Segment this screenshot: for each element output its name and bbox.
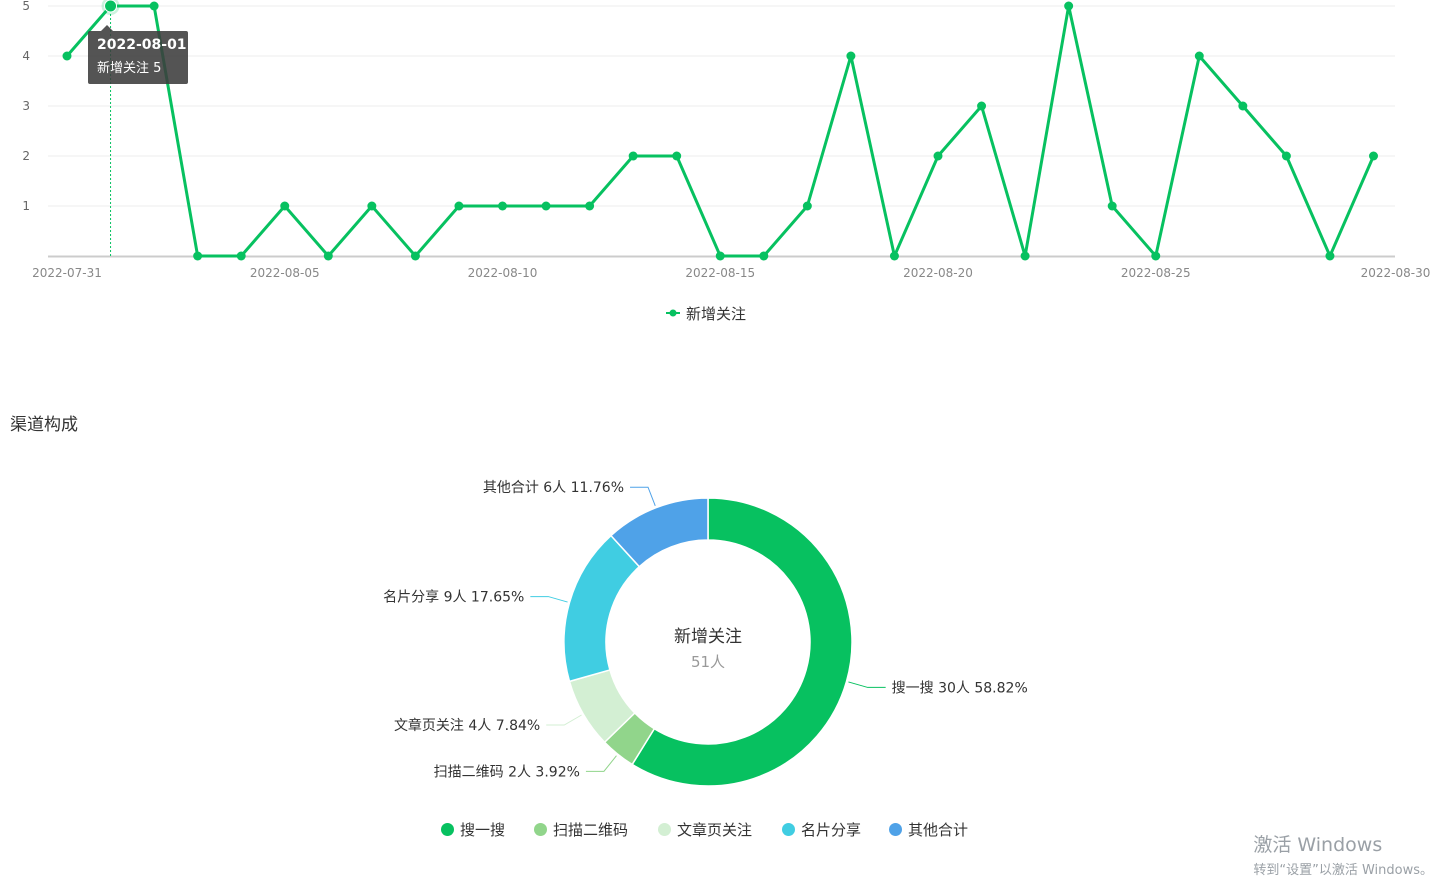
data-point (1020, 251, 1030, 261)
line-legend-symbol (666, 309, 680, 317)
slice-label: 名片分享 9人 17.65% (383, 589, 524, 606)
data-point (672, 151, 682, 161)
leader-line (848, 681, 886, 688)
x-tick-label: 2022-08-30 (1361, 266, 1431, 280)
leader-line (630, 486, 656, 507)
data-point (541, 201, 551, 211)
watermark-line2: 转到“设置”以激活 Windows。 (1253, 863, 1433, 878)
data-point (104, 0, 118, 13)
legend-dot (889, 823, 902, 836)
data-point (1194, 51, 1204, 61)
tooltip-value: 新增关注 5 (97, 61, 162, 76)
slice-label: 搜一搜 30人 58.82% (892, 680, 1028, 696)
tooltip-arrow (101, 25, 113, 31)
data-point (715, 251, 725, 261)
y-tick-label: 1 (22, 199, 30, 213)
legend-label: 名片分享 (801, 821, 862, 839)
chart-tooltip: 2022-08-01 新增关注 5 (88, 25, 188, 84)
data-point (1064, 1, 1074, 11)
section-title: 渠道构成 (10, 415, 78, 435)
donut-legend: 搜一搜 扫描二维码 文章页关注 名片分享 其他合计 (0, 818, 1445, 842)
legend-dot (782, 823, 795, 836)
data-point (802, 201, 812, 211)
data-point (1281, 151, 1291, 161)
legend-dot (441, 823, 454, 836)
data-point (628, 151, 638, 161)
data-point (585, 201, 595, 211)
donut-slice (631, 497, 853, 787)
x-tick-label: 2022-08-10 (468, 266, 538, 280)
data-point (410, 251, 420, 261)
donut-slice (568, 668, 636, 744)
data-point (62, 51, 72, 61)
leader-line (585, 755, 617, 772)
y-tick-label: 3 (22, 99, 30, 113)
tooltip-date: 2022-08-01 (97, 37, 187, 53)
series-line (65, 4, 1375, 258)
y-tick-label: 4 (22, 49, 30, 63)
legend-label: 扫描二维码 (553, 821, 629, 839)
data-point (933, 151, 943, 161)
data-point (1369, 151, 1378, 161)
data-point (323, 251, 333, 261)
data-point (498, 201, 507, 211)
data-point (1238, 101, 1248, 111)
data-point (846, 51, 856, 61)
slice-label: 扫描二维码 2人 3.92% (434, 764, 580, 780)
x-tick-label: 2022-08-25 (1121, 266, 1191, 280)
x-tick-label: 2022-07-31 (32, 266, 102, 280)
donut-slice (563, 534, 641, 683)
data-point (977, 101, 987, 111)
legend-dot (658, 823, 671, 836)
legend-label: 其他合计 (908, 821, 969, 839)
legend-label: 文章页关注 (677, 821, 753, 839)
data-point (280, 201, 290, 211)
x-tick-label: 2022-08-15 (685, 266, 755, 280)
slice-label: 文章页关注 4人 7.84% (394, 717, 540, 734)
data-point (454, 201, 464, 211)
legend-dot (534, 823, 547, 836)
data-point (193, 251, 203, 261)
legend-label: 搜一搜 (460, 821, 506, 839)
data-point (759, 251, 769, 261)
leader-line (546, 714, 582, 726)
data-point (236, 251, 246, 261)
y-tick-label: 2 (22, 149, 30, 163)
donut-center-value: 51人 (691, 653, 725, 671)
data-point (1107, 201, 1117, 211)
donut-center-label: 新增关注 (674, 627, 742, 647)
x-tick-label: 2022-08-20 (903, 266, 973, 280)
data-point (889, 251, 899, 261)
x-tick-label: 2022-08-05 (250, 266, 320, 280)
line-legend-label: 新增关注 (686, 305, 747, 323)
data-point (367, 201, 377, 211)
data-point (1151, 251, 1161, 261)
donut-slice (603, 711, 656, 766)
line-chart: 1 2 3 4 5 2022-07-31 2022-08-05 2022-08-10 2022-… (22, 0, 1431, 280)
watermark-line1: 激活 Windows (1253, 834, 1383, 856)
leader-line (530, 596, 568, 603)
windows-activation-watermark: 激活 Windows 转到“设置”以激活 Windows。 (1253, 830, 1433, 878)
data-point (1325, 251, 1335, 261)
y-tick-label: 5 (22, 0, 30, 13)
slice-label: 其他合计 6人 11.76% (483, 480, 624, 496)
donut-slice (609, 497, 709, 568)
data-point (149, 1, 159, 11)
